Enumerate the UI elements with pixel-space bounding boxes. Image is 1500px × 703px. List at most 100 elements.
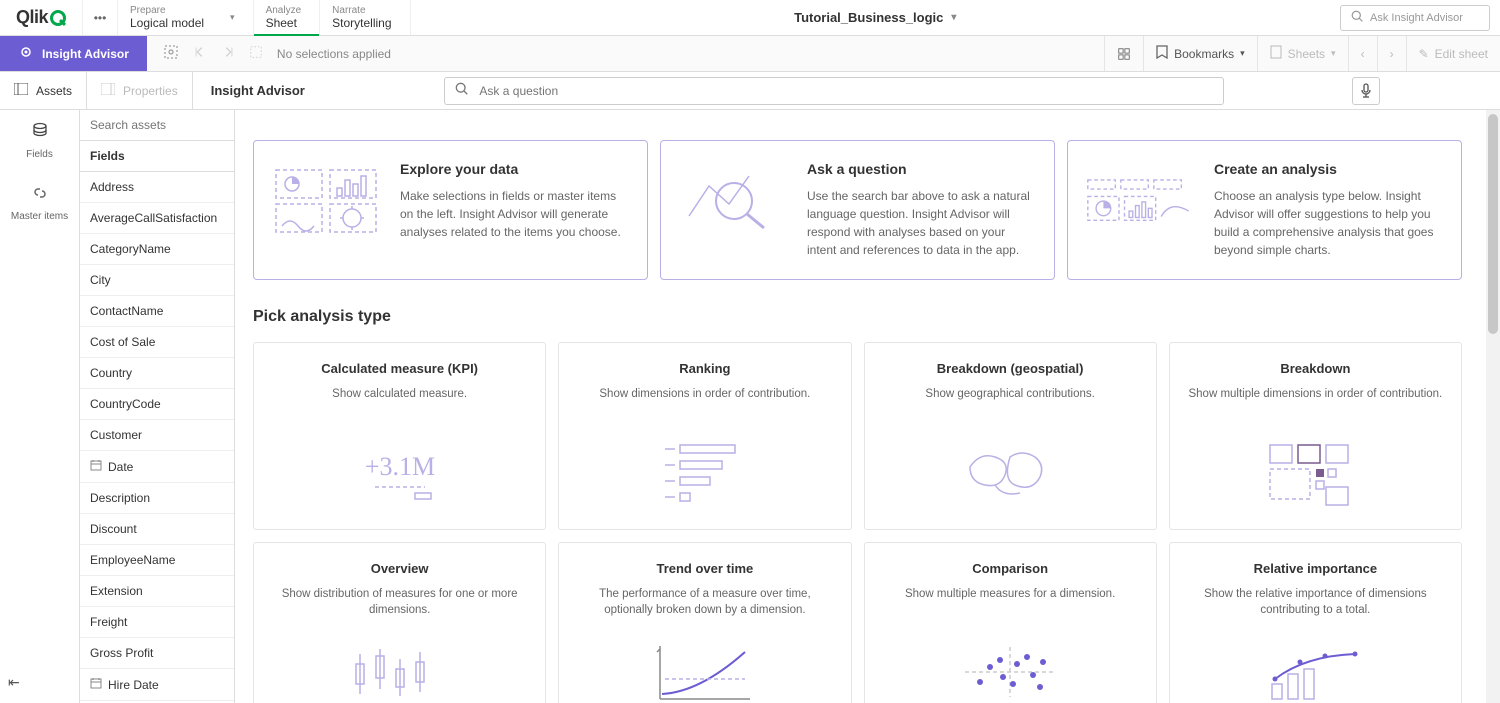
nav-prepare[interactable]: Prepare Logical model ▾: [118, 0, 254, 35]
microphone-button[interactable]: [1352, 77, 1380, 105]
field-label: Country: [90, 366, 132, 380]
analysis-card-desc: Show multiple dimensions in order of con…: [1186, 386, 1445, 416]
analysis-card[interactable]: OverviewShow distribution of measures fo…: [253, 542, 546, 703]
analysis-card[interactable]: BreakdownShow multiple dimensions in ord…: [1169, 342, 1462, 530]
field-row[interactable]: Customer: [80, 420, 234, 451]
intro-card-explore[interactable]: Explore your data Make selections in fie…: [253, 140, 648, 280]
sparkle-icon: [18, 44, 34, 63]
field-row[interactable]: EmployeeName: [80, 545, 234, 576]
fields-list[interactable]: Address AverageCallSatisfactionCategoryNa…: [80, 172, 234, 703]
analysis-card-title: Ranking: [575, 361, 834, 376]
analysis-illustration-icon: +3.1M: [270, 434, 529, 509]
selections-tool-button[interactable]: [1104, 36, 1143, 71]
top-search[interactable]: Ask Insight Advisor: [1340, 5, 1490, 31]
nav-analyze[interactable]: Analyze Sheet: [254, 0, 321, 35]
insight-advisor-button[interactable]: Insight Advisor: [0, 36, 147, 71]
analysis-card[interactable]: ComparisonShow multiple measures for a d…: [864, 542, 1157, 703]
main: Fields Master items Fields Address Averag…: [0, 110, 1500, 703]
fields-header: Fields: [80, 141, 234, 172]
search-assets-input[interactable]: [80, 110, 234, 141]
ask-question-box[interactable]: [444, 77, 1224, 105]
analysis-card-desc: Show geographical contributions.: [881, 386, 1140, 416]
analysis-card-desc: Show calculated measure.: [270, 386, 529, 416]
leftnav-master-items[interactable]: Master items: [0, 172, 79, 234]
analysis-card[interactable]: Trend over timeThe performance of a meas…: [558, 542, 851, 703]
properties-button: Properties: [87, 72, 193, 109]
analysis-card[interactable]: Ranking Show dimensions in order of contr…: [558, 342, 851, 530]
expand-panel-button[interactable]: ⇤: [8, 674, 20, 691]
explore-illustration-icon: [272, 161, 382, 241]
analysis-card[interactable]: Calculated measure (KPI)Show calculated …: [253, 342, 546, 530]
sheets-button[interactable]: Sheets ▾: [1257, 36, 1348, 71]
intro-card-desc: Make selections in fields or master item…: [400, 187, 629, 241]
analysis-illustration-icon: [881, 434, 1140, 509]
field-row[interactable]: CountryCode: [80, 389, 234, 420]
app-title[interactable]: Tutorial_Business_logic ▾: [411, 10, 1340, 25]
chevron-down-icon[interactable]: ▾: [230, 12, 235, 23]
bookmarks-button[interactable]: Bookmarks ▾: [1143, 36, 1257, 71]
analysis-card-title: Trend over time: [575, 561, 834, 576]
intro-cards-row: Explore your data Make selections in fie…: [253, 140, 1482, 280]
step-fwd-icon[interactable]: [221, 45, 235, 62]
assets-button[interactable]: Assets: [0, 72, 87, 109]
brand-logo[interactable]: Qlik: [0, 0, 82, 35]
create-illustration-icon: [1086, 161, 1196, 241]
leftnav: Fields Master items: [0, 110, 80, 703]
content-area: Explore your data Make selections in fie…: [235, 110, 1500, 703]
ask-illustration-icon: [679, 161, 789, 241]
field-row[interactable]: Hire Date: [80, 669, 234, 701]
field-row[interactable]: Address: [80, 172, 234, 203]
analysis-illustration-icon: [575, 434, 834, 509]
smart-select-icon[interactable]: [163, 44, 179, 63]
svg-text:+3.1M: +3.1M: [364, 452, 434, 481]
intro-card-ask[interactable]: Ask a question Use the search bar above …: [660, 140, 1055, 280]
field-label: EmployeeName: [90, 553, 175, 567]
leftnav-fields[interactable]: Fields: [0, 110, 79, 172]
analysis-card[interactable]: Breakdown (geospatial) Show geographical …: [864, 342, 1157, 530]
field-row[interactable]: Extension: [80, 576, 234, 607]
field-label: Gross Profit: [90, 646, 153, 660]
analysis-card-desc: Show dimensions in order of contribution…: [575, 386, 834, 416]
field-row[interactable]: AverageCallSatisfaction: [80, 203, 234, 234]
clear-selections-icon[interactable]: [249, 45, 263, 62]
field-row[interactable]: Date: [80, 451, 234, 483]
ask-question-input[interactable]: [479, 78, 1223, 104]
field-row[interactable]: Discount: [80, 514, 234, 545]
field-row[interactable]: CategoryName: [80, 234, 234, 265]
analysis-illustration-icon: [575, 636, 834, 703]
field-row[interactable]: City: [80, 265, 234, 296]
no-selections-label: No selections applied: [277, 47, 391, 61]
scrollbar-track[interactable]: [1486, 110, 1500, 703]
analysis-illustration-icon: [881, 634, 1140, 703]
field-row[interactable]: ContactName: [80, 296, 234, 327]
field-row[interactable]: Cost of Sale: [80, 327, 234, 358]
calendar-icon: [90, 677, 102, 692]
analysis-card-title: Breakdown (geospatial): [881, 361, 1140, 376]
panel-icon: [14, 83, 28, 98]
prev-sheet-button[interactable]: ‹: [1348, 36, 1377, 71]
selection-tools: No selections applied: [147, 44, 407, 63]
step-back-icon[interactable]: [193, 45, 207, 62]
analysis-illustration-icon: [1186, 636, 1445, 703]
analysis-card-title: Relative importance: [1186, 561, 1445, 576]
more-button[interactable]: •••: [82, 0, 118, 35]
search-icon: [1351, 10, 1364, 26]
field-row[interactable]: Gross Profit: [80, 638, 234, 669]
analysis-card[interactable]: Relative importance Show the relative imp…: [1169, 542, 1462, 703]
field-label: Address: [90, 180, 134, 194]
field-row[interactable]: Freight: [80, 607, 234, 638]
panel-right-icon: [101, 83, 115, 98]
field-row[interactable]: Description: [80, 483, 234, 514]
field-label: Customer: [90, 428, 142, 442]
analysis-grid: Calculated measure (KPI)Show calculated …: [253, 342, 1482, 703]
intro-card-create[interactable]: Create an analysis Choose an analysis ty…: [1067, 140, 1462, 280]
analysis-card-desc: Show the relative importance of dimensio…: [1186, 586, 1445, 618]
field-row[interactable]: Country: [80, 358, 234, 389]
scrollbar-thumb[interactable]: [1488, 114, 1498, 334]
link-icon: [31, 184, 49, 207]
field-label: CountryCode: [90, 397, 161, 411]
edit-sheet-button[interactable]: ✎ Edit sheet: [1406, 36, 1500, 71]
next-sheet-button[interactable]: ›: [1377, 36, 1406, 71]
intro-card-title: Create an analysis: [1214, 161, 1443, 177]
nav-narrate[interactable]: Narrate Storytelling: [320, 0, 410, 35]
